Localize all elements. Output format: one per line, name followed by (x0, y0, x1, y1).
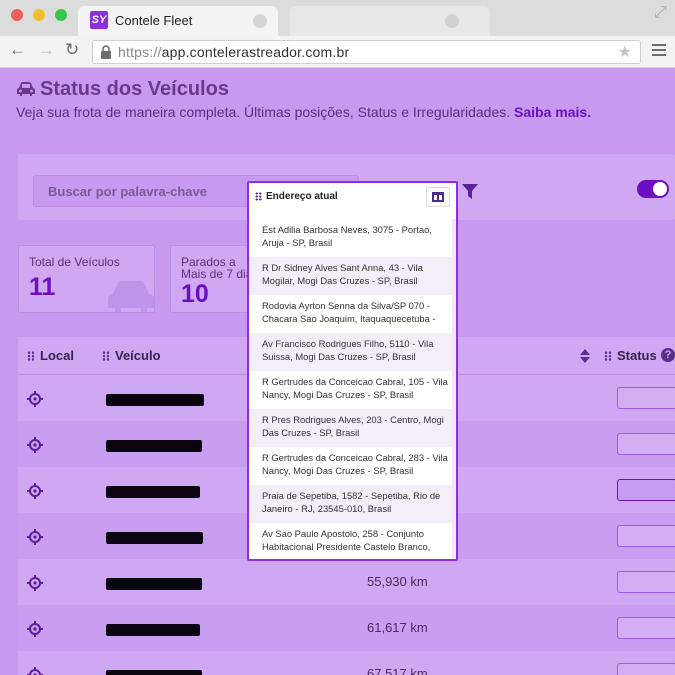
card-value: 11 (29, 273, 56, 301)
popup-title: Endereço atual (266, 191, 338, 202)
address-list: Est Adilia Barbosa Neves, 3075 - Portao,… (249, 219, 456, 559)
address-item[interactable]: Av Francisco Rodrigues Filho, 5110 - Vil… (249, 333, 456, 371)
column-header-status[interactable]: Status (604, 348, 657, 363)
address-bar[interactable]: https://app.contelerastreador.com.br ★ (92, 40, 641, 64)
columns-icon (432, 192, 444, 202)
filter-icon (462, 184, 478, 199)
table-row[interactable]: 61,617 km (18, 605, 675, 651)
status-field[interactable] (617, 663, 675, 675)
status-field[interactable] (617, 571, 675, 593)
vehicle-name-redacted (106, 440, 202, 452)
reload-icon[interactable]: ↻ (65, 40, 79, 60)
status-field[interactable] (617, 617, 675, 639)
table-row[interactable]: 55,930 km (18, 559, 675, 605)
vehicle-name-redacted (106, 624, 200, 636)
contele-logo-icon: SY (90, 11, 108, 29)
drag-handle-icon[interactable] (604, 351, 612, 361)
popup-scrollbar[interactable] (452, 219, 456, 558)
card-label: Total de Veículos (29, 255, 120, 269)
address-item[interactable]: Praia de Sepetiba, 1582 - Sepetiba, Rio … (249, 485, 456, 523)
browser-tab-new[interactable] (290, 6, 490, 36)
browser-menu-icon[interactable] (652, 44, 666, 59)
forward-arrow-icon[interactable]: → (38, 40, 55, 60)
car-icon (17, 82, 35, 96)
vehicle-name-redacted (106, 486, 200, 498)
vehicle-name-redacted (106, 532, 203, 544)
tab-close-icon[interactable] (445, 14, 459, 28)
page-subtitle: Veja sua frota de maneira completa. Últi… (16, 104, 592, 120)
locate-icon[interactable] (27, 621, 43, 637)
column-header-local[interactable]: Local (27, 348, 74, 363)
odometer: 61,617 km (367, 620, 428, 635)
address-item[interactable]: Av Sao Paulo Apostolo, 258 - Conjunto Ha… (249, 523, 456, 559)
status-field[interactable] (617, 387, 675, 409)
popup-header: Endereço atual (249, 183, 456, 211)
back-arrow-icon[interactable]: ← (9, 40, 26, 60)
address-item[interactable]: R Pres Rodrigues Alves, 203 - Centro, Mo… (249, 409, 456, 447)
address-item[interactable]: R Gertrudes da Conceicao Cabral, 105 - V… (249, 371, 456, 409)
locate-icon[interactable] (27, 575, 43, 591)
maximize-window-button[interactable] (55, 9, 67, 21)
column-header-vehicle[interactable]: Veículo (102, 348, 161, 363)
minimize-window-button[interactable] (33, 9, 45, 21)
drag-handle-icon[interactable] (255, 192, 262, 201)
fullscreen-icon[interactable]: ⤢ (654, 4, 667, 22)
locate-icon[interactable] (27, 483, 43, 499)
view-toggle[interactable] (637, 180, 669, 198)
locate-icon[interactable] (27, 529, 43, 545)
address-item[interactable]: Rodovia Ayrton Senna da Silva/SP 070 - C… (249, 295, 456, 333)
tab-title: Contele Fleet (115, 13, 193, 28)
odometer: 67,517 km (367, 666, 428, 675)
car-icon (108, 281, 154, 312)
status-field[interactable] (617, 479, 675, 501)
address-item[interactable]: Est Adilia Barbosa Neves, 3075 - Portao,… (249, 219, 456, 257)
close-window-button[interactable] (11, 9, 23, 21)
status-field[interactable] (617, 525, 675, 547)
vehicle-name-redacted (106, 670, 202, 675)
vehicle-name-redacted (106, 394, 204, 406)
tab-close-icon[interactable] (253, 14, 267, 28)
address-column-popup[interactable]: Endereço atual Est Adilia Barbosa Neves,… (247, 181, 458, 561)
drag-handle-icon[interactable] (102, 351, 110, 361)
help-icon[interactable]: ? (661, 348, 675, 362)
learn-more-link[interactable]: Saiba mais. (514, 104, 591, 120)
filter-button[interactable] (457, 174, 483, 208)
browser-tab-active[interactable]: SY Contele Fleet (78, 6, 278, 36)
locate-icon[interactable] (27, 391, 43, 407)
browser-toolbar: ← → ↻ https://app.contelerastreador.com.… (0, 36, 675, 68)
locate-icon[interactable] (27, 437, 43, 453)
drag-handle-icon[interactable] (27, 351, 35, 361)
bookmark-star-icon[interactable]: ★ (618, 42, 632, 62)
browser-titlebar: SY Contele Fleet ⤢ (0, 0, 675, 36)
sort-icon[interactable] (580, 349, 590, 363)
vehicle-name-redacted (106, 578, 202, 590)
column-layout-button[interactable] (426, 187, 450, 207)
table-row[interactable]: 67,517 km (18, 651, 675, 675)
status-field[interactable] (617, 433, 675, 455)
lock-icon (101, 45, 111, 59)
url-text: https://app.contelerastreador.com.br (118, 44, 350, 60)
total-vehicles-card: Total de Veículos 11 (18, 245, 155, 313)
address-item[interactable]: R Gertrudes da Conceicao Cabral, 283 - V… (249, 447, 456, 485)
page-title: Status dos Veículos (40, 78, 229, 100)
card-value: 10 (181, 280, 209, 308)
locate-icon[interactable] (27, 667, 43, 675)
odometer: 55,930 km (367, 574, 428, 589)
address-item[interactable]: R Dr Sidney Alves Sant Anna, 43 - Vila M… (249, 257, 456, 295)
